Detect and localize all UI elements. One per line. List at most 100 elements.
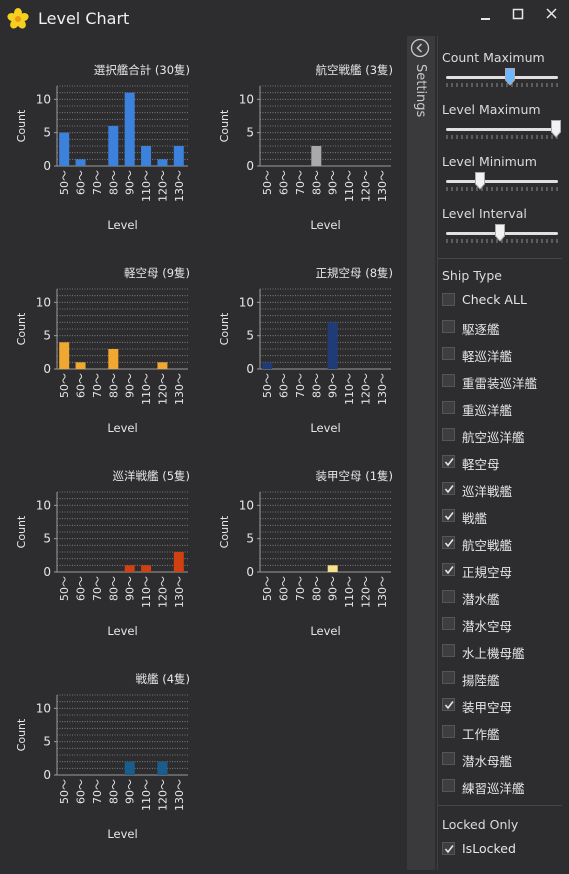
x-tick-label: 80～ [310,576,323,601]
x-tick-label: 50～ [58,373,71,398]
level-chart: 戦艦 (4隻) 0 5 10 Count 50～ 60～ 70～ 80～ 90～ 110～ 120～ 1… [0,645,196,848]
ship-type-checkbox[interactable]: 練習巡洋艦 [442,776,562,796]
y-tick-label: 0 [246,159,254,173]
ship-type-checkbox[interactable]: Check ALL [442,290,562,310]
checkbox[interactable] [442,779,455,792]
slider-control[interactable]: Level Interval [442,206,562,250]
chart-svg: 軽空母 (9隻) 0 5 10 Count 50～ 60～ 70～ 80～ 90～ 110～ 120～… [15,266,190,435]
ship-type-checkbox[interactable]: 駆逐艦 [442,317,562,337]
ship-type-checkbox[interactable]: 航空巡洋艦 [442,425,562,445]
x-tick-label: 110～ [343,373,356,405]
checkbox[interactable] [442,563,455,576]
ship-type-checkbox[interactable]: 軽巡洋艦 [442,344,562,364]
bar [157,761,168,775]
checkbox[interactable] [442,698,455,711]
ship-type-checkbox[interactable]: 潜水母艦 [442,749,562,769]
y-tick-label: 5 [43,735,51,749]
x-tick-label: 130～ [173,779,186,811]
ship-type-checkbox[interactable]: 戦艦 [442,506,562,526]
close-button[interactable] [540,6,564,24]
slider-track[interactable] [446,76,558,79]
checkbox[interactable] [442,455,455,468]
ship-type-checkbox[interactable]: 航空戦艦 [442,533,562,553]
y-tick-label: 0 [43,159,51,173]
islocked-checkbox[interactable]: IsLocked [442,839,562,859]
checkbox[interactable] [442,617,455,630]
slider-thumb[interactable] [474,172,485,190]
maximize-button[interactable] [506,6,530,24]
slider-control[interactable]: Level Minimum [442,154,562,198]
separator [438,258,562,259]
y-axis-label: Count [218,515,231,548]
x-tick-label: 120～ [359,576,372,608]
ship-type-checkbox[interactable]: 軽空母 [442,452,562,472]
ship-type-checkbox[interactable]: 重巡洋艦 [442,398,562,418]
checkbox[interactable] [442,293,455,306]
checkbox[interactable] [442,752,455,765]
slider-label: Level Maximum [442,102,541,117]
checkbox[interactable] [442,725,455,738]
checkbox[interactable] [442,509,455,522]
slider-thumb[interactable] [504,68,515,86]
y-axis-label: Count [15,312,28,345]
checkbox[interactable] [442,644,455,657]
slider-thumb[interactable] [550,120,561,138]
ship-type-checkbox[interactable]: 潜水空母 [442,614,562,634]
ship-type-checkbox[interactable]: 揚陸艦 [442,668,562,688]
slider-track[interactable] [446,128,558,131]
checkbox[interactable] [442,428,455,441]
x-axis-label: Level [107,218,137,232]
bar [141,146,152,166]
ship-type-checkbox[interactable]: 重雷装巡洋艦 [442,371,562,391]
ship-type-checkbox[interactable]: 工作艦 [442,722,562,742]
checkbox[interactable] [442,842,455,855]
x-tick-label: 130～ [173,373,186,405]
collapse-chevron-icon[interactable] [410,38,430,58]
x-tick-label: 120～ [156,170,169,202]
checkbox[interactable] [442,536,455,549]
slider-control[interactable]: Level Maximum [442,102,562,146]
ship-type-checkbox[interactable]: 正規空母 [442,560,562,580]
checkbox-label: 潜水空母 [462,619,513,634]
checkbox-label: 戦艦 [462,511,488,526]
minimize-icon [481,18,490,20]
chart-svg: 選択艦合計 (30隻)0510Count50～ 60～ 70～ 80～ 90～ 110～ 1… [15,63,190,232]
x-tick-label: 80～ [310,373,323,398]
y-tick-label: 0 [246,362,254,376]
level-chart: 選択艦合計 (30隻) 0 5 10 Count 50～ 60～ 70～ 80～ 90～ 110～ 1… [0,36,196,239]
x-tick-label: 90～ [124,373,137,398]
checkmark-icon [444,458,454,467]
x-axis-label: Level [107,624,137,638]
minimize-button[interactable] [473,6,497,24]
ship-type-checkbox[interactable]: 装甲空母 [442,695,562,715]
y-tick-label: 10 [36,701,51,715]
level-chart: 軽空母 (9隻) 0 5 10 Count 50～ 60～ 70～ 80～ 90～ 110～ 120～… [0,239,196,442]
checkbox[interactable] [442,671,455,684]
checkbox[interactable] [442,482,455,495]
checkbox[interactable] [442,347,455,360]
x-tick-label: 50～ [58,170,71,195]
bar [75,362,86,369]
checkbox-label: 練習巡洋艦 [462,781,525,796]
x-tick-label: 70～ [91,170,104,195]
ship-type-checkbox[interactable]: 巡洋戦艦 [442,479,562,499]
x-tick-label: 120～ [359,170,372,202]
app-flower-icon [7,8,29,29]
settings-tab[interactable]: Settings [407,36,435,870]
chart-svg: 巡洋戦艦 (5隻) 0 5 10 Count 50～ 60～ 70～ 80～ 90～ 110～ 120… [15,469,190,638]
ship-type-checkbox[interactable]: 潜水艦 [442,587,562,607]
checkbox[interactable] [442,374,455,387]
slider-control[interactable]: Count Maximum [442,50,562,94]
slider-track[interactable] [446,180,558,183]
x-tick-label: 70～ [294,576,307,601]
x-tick-label: 70～ [91,779,104,804]
checkbox-label: 潜水艦 [462,592,500,607]
checkbox-label: 正規空母 [462,565,513,580]
checkbox[interactable] [442,320,455,333]
checkbox[interactable] [442,401,455,414]
x-tick-label: 120～ [156,373,169,405]
checkbox-label: 駆逐艦 [462,322,500,337]
checkbox[interactable] [442,590,455,603]
slider-thumb[interactable] [494,224,505,242]
ship-type-checkbox[interactable]: 水上機母艦 [442,641,562,661]
